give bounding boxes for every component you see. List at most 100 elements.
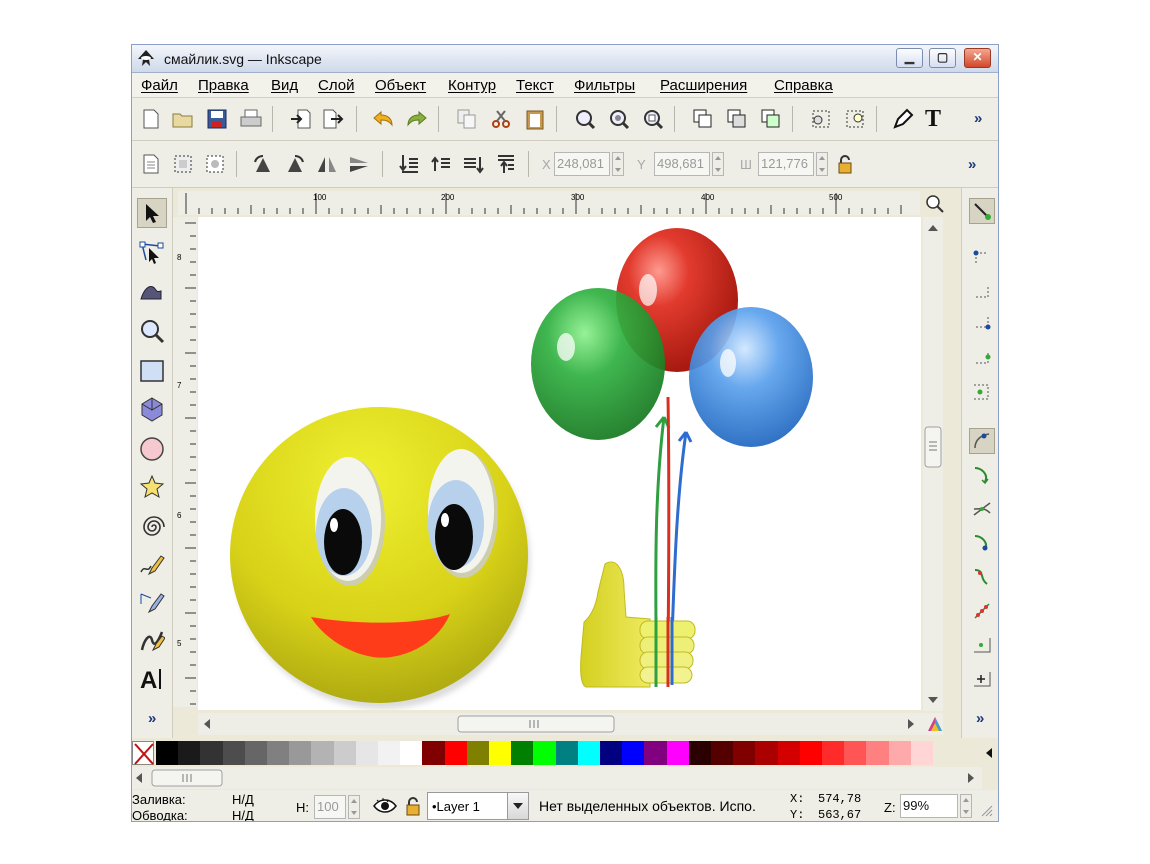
chevron-down-icon[interactable] (507, 793, 528, 819)
color-swatch[interactable] (555, 741, 579, 765)
color-swatch[interactable] (244, 741, 268, 765)
color-swatch[interactable] (200, 741, 224, 765)
minimize-button[interactable]: ▁ (896, 48, 923, 68)
menu-help[interactable]: Справка (774, 77, 833, 94)
menu-path[interactable]: Контур (448, 77, 496, 94)
horizontal-scrollbar[interactable] (198, 713, 943, 735)
color-swatch[interactable] (866, 741, 890, 765)
width-input[interactable]: 121,776 (758, 152, 814, 176)
palette-scrollbar[interactable] (132, 767, 982, 789)
zoom-1to1-icon[interactable] (924, 193, 946, 215)
color-swatch[interactable] (333, 741, 357, 765)
flip-horizontal-icon[interactable] (314, 151, 340, 177)
menu-extensions[interactable]: Расширения (660, 77, 747, 94)
layer-select[interactable]: •Layer 1 (427, 792, 529, 820)
3d-box-tool-icon[interactable] (137, 394, 167, 424)
color-swatch[interactable] (444, 741, 468, 765)
color-swatch[interactable] (422, 741, 446, 765)
color-swatch[interactable] (533, 741, 557, 765)
redo-icon[interactable] (404, 106, 430, 132)
menu-layer[interactable]: Слой (318, 77, 354, 94)
color-swatch[interactable] (355, 741, 379, 765)
color-swatch[interactable] (511, 741, 534, 765)
cut-icon[interactable] (488, 106, 514, 132)
color-swatch[interactable] (644, 741, 668, 765)
eye-visibility-icon[interactable] (372, 793, 398, 819)
snap-cusp-nodes-icon[interactable] (969, 530, 995, 556)
group-icon[interactable] (808, 106, 834, 132)
duplicate-icon[interactable] (690, 106, 716, 132)
lower-icon[interactable] (460, 151, 486, 177)
color-swatch[interactable] (777, 741, 801, 765)
maximize-button[interactable]: ▢ (929, 48, 956, 68)
y-spinner[interactable] (712, 152, 724, 176)
spiral-tool-icon[interactable] (137, 512, 167, 542)
color-swatch[interactable] (666, 741, 690, 765)
y-input[interactable]: 498,681 (654, 152, 710, 176)
snap-bbox-icon[interactable] (969, 244, 995, 270)
snap-smooth-nodes-icon[interactable] (969, 564, 995, 590)
deselect-icon[interactable] (202, 151, 228, 177)
color-swatch[interactable] (711, 741, 734, 765)
paste-icon[interactable] (522, 106, 548, 132)
selector-tool-icon[interactable] (137, 198, 167, 228)
snap-toggle-icon[interactable] (969, 198, 995, 224)
calligraphy-tool-icon[interactable] (137, 626, 167, 656)
menu-filters[interactable]: Фильтры (574, 77, 635, 94)
no-paint-swatch[interactable] (132, 741, 154, 765)
smiley-face[interactable] (230, 407, 530, 709)
color-swatch[interactable] (378, 741, 401, 765)
raise-icon[interactable] (428, 151, 454, 177)
opacity-input[interactable]: 100 (314, 795, 346, 819)
rectangle-tool-icon[interactable] (137, 356, 167, 386)
snap-bbox-midpoints-icon[interactable] (969, 346, 995, 372)
zoom-input[interactable]: 99% (900, 794, 958, 818)
green-balloon[interactable] (531, 288, 665, 440)
undo-icon[interactable] (370, 106, 396, 132)
import-icon[interactable] (288, 106, 314, 132)
snap-intersections-icon[interactable] (969, 496, 995, 522)
toolbox-overflow-button[interactable]: » (148, 710, 156, 727)
pencil-tool-icon[interactable] (137, 550, 167, 580)
color-swatch[interactable] (289, 741, 312, 765)
lower-to-bottom-icon[interactable] (396, 151, 422, 177)
snap-bbox-corners-icon[interactable] (969, 312, 995, 338)
ellipse-tool-icon[interactable] (137, 434, 167, 464)
color-swatch[interactable] (799, 741, 823, 765)
copy-icon[interactable] (454, 106, 480, 132)
color-swatch[interactable] (910, 741, 934, 765)
tweak-tool-icon[interactable] (137, 276, 167, 306)
color-swatch[interactable] (688, 741, 712, 765)
select-all-layers-icon[interactable] (170, 151, 196, 177)
snap-paths-icon[interactable] (969, 462, 995, 488)
color-swatch[interactable] (844, 741, 867, 765)
palette-menu-icon[interactable] (984, 747, 994, 759)
rotate-cw-icon[interactable] (282, 151, 308, 177)
ungroup-icon[interactable] (842, 106, 868, 132)
snap-bbox-centers-icon[interactable] (969, 380, 995, 406)
vertical-scrollbar[interactable] (923, 217, 943, 711)
width-spinner[interactable] (816, 152, 828, 176)
blue-balloon[interactable] (689, 307, 813, 447)
zoom-spinner[interactable] (960, 794, 972, 818)
color-swatch[interactable] (311, 741, 335, 765)
menu-file[interactable]: Файл (141, 77, 178, 94)
print-icon[interactable] (238, 106, 264, 132)
color-swatch[interactable] (822, 741, 845, 765)
x-spinner[interactable] (612, 152, 624, 176)
color-swatch[interactable] (267, 741, 290, 765)
fill-stroke-icon[interactable] (890, 106, 916, 132)
color-swatch[interactable] (755, 741, 779, 765)
thumbs-up-hand[interactable] (580, 561, 696, 688)
unlink-clone-icon[interactable] (758, 106, 784, 132)
text-tool-icon[interactable]: A (137, 664, 167, 694)
fill-value[interactable]: Н/Д (232, 792, 254, 807)
snap-midpoints-icon[interactable] (969, 598, 995, 624)
color-swatch[interactable] (178, 741, 201, 765)
color-swatch[interactable] (600, 741, 623, 765)
text-font-icon[interactable]: T (922, 104, 948, 130)
layer-lock-icon[interactable] (400, 793, 426, 819)
color-swatch[interactable] (622, 741, 645, 765)
menu-object[interactable]: Объект (375, 77, 426, 94)
star-tool-icon[interactable] (137, 472, 167, 502)
